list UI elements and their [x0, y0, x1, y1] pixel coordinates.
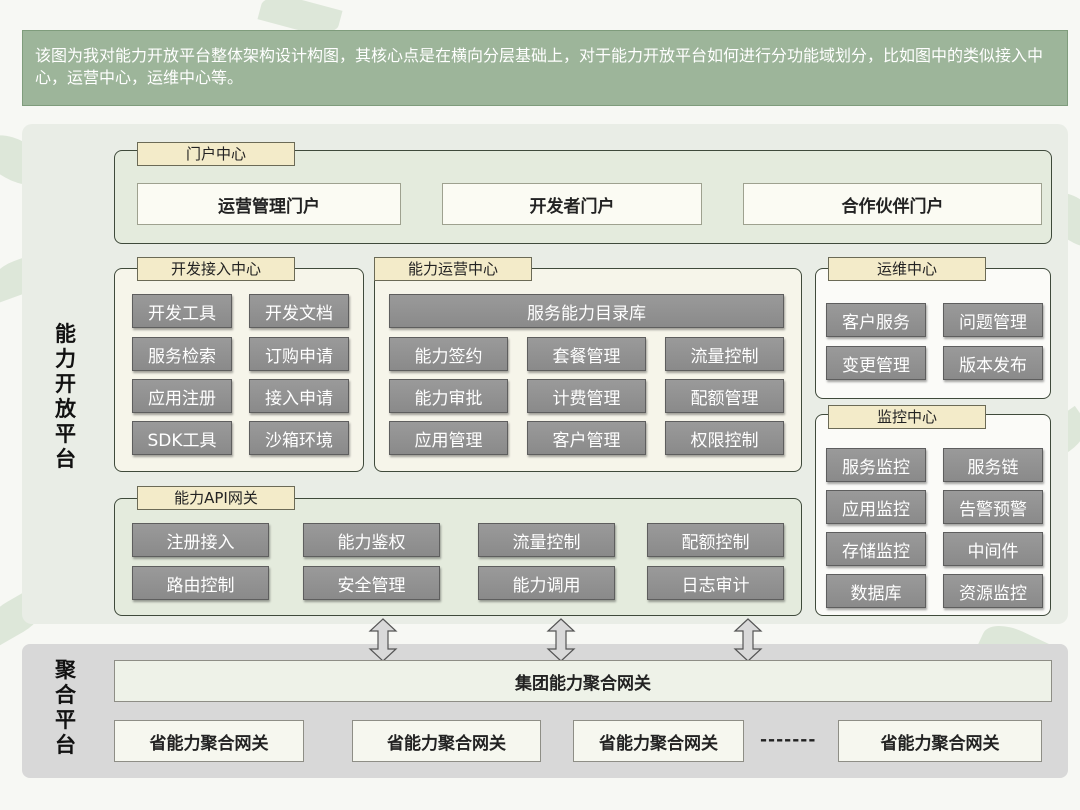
service-catalog[interactable]: 服务能力目录库: [389, 294, 784, 328]
access-request[interactable]: 接入申请: [249, 379, 349, 413]
sdk-tools[interactable]: SDK工具: [132, 421, 232, 455]
middleware[interactable]: 中间件: [943, 532, 1043, 566]
customer-management[interactable]: 客户管理: [527, 421, 646, 455]
app-management[interactable]: 应用管理: [389, 421, 508, 455]
order-request[interactable]: 订购申请: [249, 337, 349, 371]
database[interactable]: 数据库: [826, 574, 926, 608]
sandbox-env[interactable]: 沙箱环境: [249, 421, 349, 455]
log-audit[interactable]: 日志审计: [647, 566, 784, 600]
version-release[interactable]: 版本发布: [943, 346, 1043, 380]
platform-label-char: 台: [55, 447, 76, 471]
group-aggregation-gateway[interactable]: 集团能力聚合网关: [114, 660, 1052, 702]
bidirectional-arrow-icon: [733, 618, 763, 662]
description-note: 该图为我对能力开放平台整体架构设计构图，其核心点是在横向分层基础上，对于能力开放…: [22, 30, 1068, 106]
capability-ops-center-tag: 能力运营中心: [374, 257, 532, 281]
resource-monitoring[interactable]: 资源监控: [943, 574, 1043, 608]
bidirectional-arrow-icon: [368, 618, 398, 662]
capability-approval[interactable]: 能力审批: [389, 379, 508, 413]
ops-portal[interactable]: 运营管理门户: [137, 183, 401, 225]
customer-service[interactable]: 客户服务: [826, 303, 926, 337]
service-search[interactable]: 服务检索: [132, 337, 232, 371]
capability-signing[interactable]: 能力签约: [389, 337, 508, 371]
alert-warning[interactable]: 告警预警: [943, 490, 1043, 524]
capability-invocation[interactable]: 能力调用: [478, 566, 615, 600]
register-access[interactable]: 注册接入: [132, 523, 269, 557]
app-monitoring[interactable]: 应用监控: [826, 490, 926, 524]
package-management[interactable]: 套餐管理: [527, 337, 646, 371]
quota-control[interactable]: 配额控制: [647, 523, 784, 557]
dev-access-center-tag: 开发接入中心: [137, 257, 295, 281]
app-register[interactable]: 应用注册: [132, 379, 232, 413]
dev-tools[interactable]: 开发工具: [132, 294, 232, 328]
province-gateway[interactable]: 省能力聚合网关: [352, 720, 541, 762]
security-management[interactable]: 安全管理: [303, 566, 440, 600]
permission-control[interactable]: 权限控制: [665, 421, 784, 455]
capability-api-gateway-tag: 能力API网关: [137, 486, 295, 510]
platform-label: 能 力 开 放 平 台: [55, 322, 76, 472]
gateway-traffic-control[interactable]: 流量控制: [478, 523, 615, 557]
service-monitoring[interactable]: 服务监控: [826, 448, 926, 482]
developer-portal[interactable]: 开发者门户: [442, 183, 702, 225]
platform-label-char: 放: [55, 397, 76, 421]
dev-docs[interactable]: 开发文档: [249, 294, 349, 328]
platform-label-char: 力: [55, 347, 76, 371]
province-gateway[interactable]: 省能力聚合网关: [573, 720, 744, 762]
platform-label-char: 平: [55, 422, 76, 446]
aggregation-label-char: 聚: [55, 658, 76, 682]
ellipsis-dashes: -------: [760, 730, 817, 750]
routing-control[interactable]: 路由控制: [132, 566, 269, 600]
change-management[interactable]: 变更管理: [826, 346, 926, 380]
aggregation-label-char: 合: [55, 683, 76, 707]
issue-management[interactable]: 问题管理: [943, 303, 1043, 337]
service-chain[interactable]: 服务链: [943, 448, 1043, 482]
partner-portal[interactable]: 合作伙伴门户: [743, 183, 1042, 225]
platform-label-char: 开: [55, 372, 76, 396]
portal-center-tag: 门户中心: [137, 142, 295, 166]
province-gateway[interactable]: 省能力聚合网关: [838, 720, 1042, 762]
capability-auth[interactable]: 能力鉴权: [303, 523, 440, 557]
aggregation-label-char: 台: [55, 733, 76, 757]
quota-management[interactable]: 配额管理: [665, 379, 784, 413]
storage-monitoring[interactable]: 存储监控: [826, 532, 926, 566]
platform-label-char: 能: [55, 322, 76, 346]
monitoring-center-tag: 监控中心: [828, 405, 986, 429]
aggregation-label-char: 平: [55, 708, 76, 732]
bidirectional-arrow-icon: [546, 618, 576, 662]
province-gateway[interactable]: 省能力聚合网关: [114, 720, 304, 762]
traffic-control[interactable]: 流量控制: [665, 337, 784, 371]
maintenance-center-tag: 运维中心: [828, 257, 986, 281]
aggregation-label: 聚 合 平 台: [55, 658, 76, 758]
billing-management[interactable]: 计费管理: [527, 379, 646, 413]
